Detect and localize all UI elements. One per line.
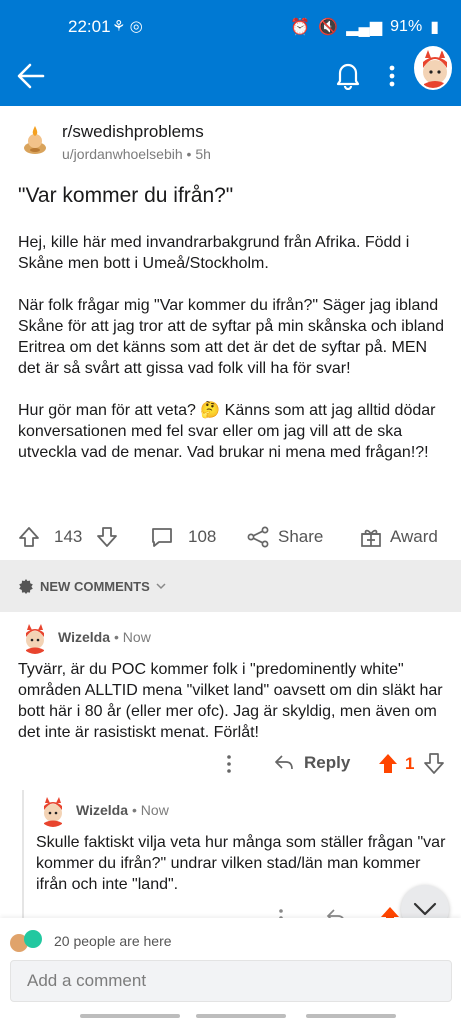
bottom-panel: 20 people are here (0, 918, 461, 1024)
share-icon (247, 526, 269, 548)
upvote-icon[interactable] (18, 526, 40, 548)
post-meta: u/jordanwhoelsebih • 5h (62, 146, 211, 162)
status-right: ⏰ 🔇 ▂▄▆ 91% ▮ (290, 17, 439, 37)
status-time: 22:01 (68, 17, 111, 36)
comment-input[interactable] (11, 961, 451, 1001)
sort-label: NEW COMMENTS (40, 578, 150, 594)
comment-author[interactable]: Wizelda (76, 802, 128, 818)
nav-gesture-bar (306, 1014, 396, 1018)
subreddit-icon[interactable] (22, 124, 48, 156)
post-age: 5h (195, 146, 211, 162)
upvote-active-icon[interactable] (378, 753, 398, 775)
share-button[interactable]: Share (246, 526, 323, 548)
reply-button[interactable]: Reply (274, 753, 350, 773)
upvote-active-icon[interactable] (380, 906, 400, 918)
meta-separator: • (186, 146, 196, 162)
thread-line[interactable] (22, 790, 24, 920)
commenter-avatar[interactable] (20, 622, 50, 654)
vote-count: 143 (54, 527, 83, 546)
comment-time: • Now (132, 802, 169, 818)
comment-composer[interactable] (10, 960, 452, 1002)
back-arrow-icon[interactable] (16, 62, 46, 90)
bell-icon[interactable] (334, 60, 362, 90)
comments-sort-bar: NEW COMMENTS (0, 560, 461, 612)
notification-icons: ⚘ ◎ (112, 18, 143, 35)
comment-text: Skulle faktiskt vilja veta hur många som… (36, 834, 446, 893)
comment-time-value: Now (140, 802, 169, 818)
reply-label: Reply (304, 753, 351, 772)
subreddit-name[interactable]: r/swedishproblems (62, 122, 204, 142)
more-options-icon[interactable] (385, 62, 399, 90)
user-avatar[interactable] (414, 46, 452, 90)
downvote-icon[interactable] (424, 753, 444, 775)
downvote-icon[interactable] (96, 526, 118, 548)
comment-count: 108 (188, 527, 217, 546)
post-title: "Var kommer du ifrån?" (18, 184, 234, 207)
share-label: Share (278, 527, 324, 546)
post-body: Hej, kille här med invandrarbakgrund frå… (18, 232, 448, 484)
signal-icon: ▂▄▆ (346, 19, 383, 36)
presence-text: 20 people are here (54, 933, 172, 949)
chevron-down-icon (156, 583, 166, 590)
presence-avatar (24, 930, 42, 948)
post-action-bar: 143 108 Share Award (0, 522, 461, 552)
post-author[interactable]: u/jordanwhoelsebih (62, 146, 183, 162)
comment-text: Tyvärr, är du POC kommer folk i "predomi… (18, 661, 443, 741)
post-paragraph: När folk frågar mig "Var kommer du ifrån… (18, 297, 444, 377)
nav-gesture-bar (196, 1014, 286, 1018)
chevron-down-icon (413, 902, 437, 916)
nav-gesture-bar (80, 1014, 180, 1018)
comment-icon (152, 528, 172, 547)
status-bar: 22:01 ⚘ ◎ ⏰ 🔇 ▂▄▆ 91% ▮ (0, 0, 461, 52)
post-paragraph: Hej, kille här med invandrarbakgrund frå… (18, 234, 410, 272)
comment-more-icon[interactable] (224, 754, 234, 774)
award-button[interactable]: Award (360, 526, 438, 548)
mute-icon: 🔇 (318, 19, 339, 36)
comment-time-value: Now (122, 629, 151, 645)
battery-icon: ▮ (430, 19, 439, 36)
battery-level: 91% (390, 18, 423, 35)
award-gift-icon (361, 529, 381, 547)
comment-author[interactable]: Wizelda (58, 629, 110, 645)
alarm-icon: ⏰ (290, 19, 311, 36)
sort-dropdown[interactable]: NEW COMMENTS (18, 578, 166, 594)
comment-more-icon[interactable] (276, 908, 286, 918)
award-label: Award (390, 527, 438, 546)
vote-group: 143 (18, 526, 118, 548)
comment-time: • Now (114, 629, 151, 645)
comment-action-bar: Reply 1 (0, 750, 461, 778)
reply-arrow-icon (275, 755, 293, 770)
sort-gear-icon (19, 579, 33, 594)
comment-action-bar (0, 902, 461, 918)
post-paragraph: Hur gör man för att veta? 🤔 Känns som at… (18, 402, 436, 461)
comment-score: 1 (405, 754, 415, 773)
commenter-avatar[interactable] (38, 795, 68, 827)
comments-button[interactable]: 108 (150, 526, 216, 548)
app-header: 22:01 ⚘ ◎ ⏰ 🔇 ▂▄▆ 91% ▮ (0, 0, 461, 106)
reply-arrow-icon[interactable] (326, 908, 346, 918)
